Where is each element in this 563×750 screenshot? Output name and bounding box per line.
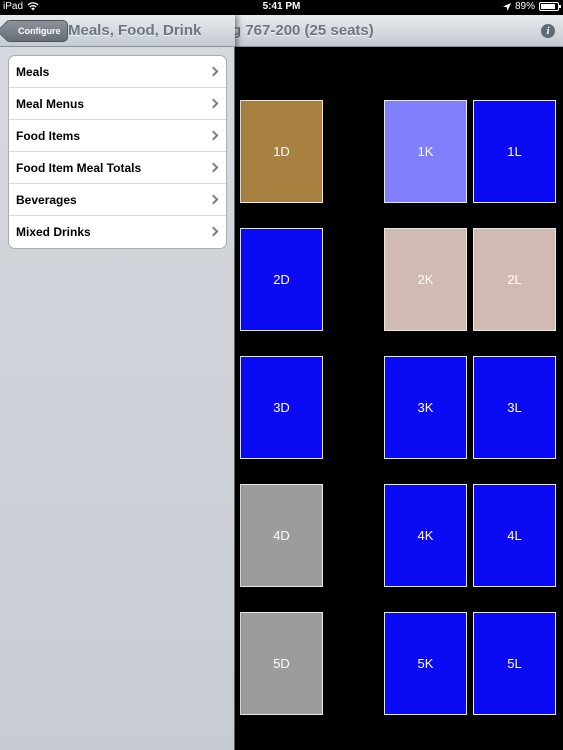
chevron-right-icon xyxy=(208,226,219,237)
location-icon xyxy=(502,2,511,11)
seat-3k[interactable]: 3K xyxy=(384,356,467,459)
page-title: g 767-200 (25 seats) xyxy=(232,22,374,39)
panel-title: Meals, Food, Drink xyxy=(68,22,202,39)
menu-item-mixed-drinks[interactable]: Mixed Drinks xyxy=(9,216,226,248)
seat-2k[interactable]: 2K xyxy=(384,228,467,331)
menu-item-beverages[interactable]: Beverages xyxy=(9,184,226,216)
menu-item-food-items[interactable]: Food Items xyxy=(9,120,226,152)
status-bar: iPad 5:41 PM 89% xyxy=(0,0,563,15)
seat-4l[interactable]: 4L xyxy=(473,484,556,587)
battery-icon xyxy=(539,2,561,11)
menu-item-label: Food Items xyxy=(16,129,81,143)
menu-item-food-item-meal-totals[interactable]: Food Item Meal Totals xyxy=(9,152,226,184)
seat-1d[interactable]: 1D xyxy=(240,100,323,203)
chevron-right-icon xyxy=(208,66,219,77)
side-panel: Configure Meals, Food, Drink Meals Meal … xyxy=(0,15,235,750)
battery-percent: 89% xyxy=(514,1,535,12)
info-icon[interactable]: i xyxy=(541,24,555,38)
chevron-right-icon xyxy=(208,130,219,141)
clock: 5:41 PM xyxy=(262,1,301,12)
configure-back-button[interactable]: Configure xyxy=(5,20,68,42)
menu-item-label: Meal Menus xyxy=(16,97,85,111)
panel-navbar: Configure Meals, Food, Drink xyxy=(0,15,235,47)
seat-2d[interactable]: 2D xyxy=(240,228,323,331)
menu-item-label: Food Item Meal Totals xyxy=(16,161,142,175)
menu-item-meal-menus[interactable]: Meal Menus xyxy=(9,88,226,120)
menu-item-label: Mixed Drinks xyxy=(16,225,91,239)
seat-1k[interactable]: 1K xyxy=(384,100,467,203)
seat-1l[interactable]: 1L xyxy=(473,100,556,203)
seat-4k[interactable]: 4K xyxy=(384,484,467,587)
back-button-label: Configure xyxy=(18,26,61,36)
seat-5k[interactable]: 5K xyxy=(384,612,467,715)
menu-list: Meals Meal Menus Food Items Food Item Me… xyxy=(8,55,227,249)
seat-5l[interactable]: 5L xyxy=(473,612,556,715)
chevron-right-icon xyxy=(208,162,219,173)
menu-item-label: Beverages xyxy=(16,193,77,207)
chevron-right-icon xyxy=(208,98,219,109)
menu-item-meals[interactable]: Meals xyxy=(9,56,226,88)
chevron-right-icon xyxy=(208,194,219,205)
seat-4d[interactable]: 4D xyxy=(240,484,323,587)
seat-2l[interactable]: 2L xyxy=(473,228,556,331)
seat-3l[interactable]: 3L xyxy=(473,356,556,459)
seat-3d[interactable]: 3D xyxy=(240,356,323,459)
menu-item-label: Meals xyxy=(16,65,50,79)
seat-5d[interactable]: 5D xyxy=(240,612,323,715)
